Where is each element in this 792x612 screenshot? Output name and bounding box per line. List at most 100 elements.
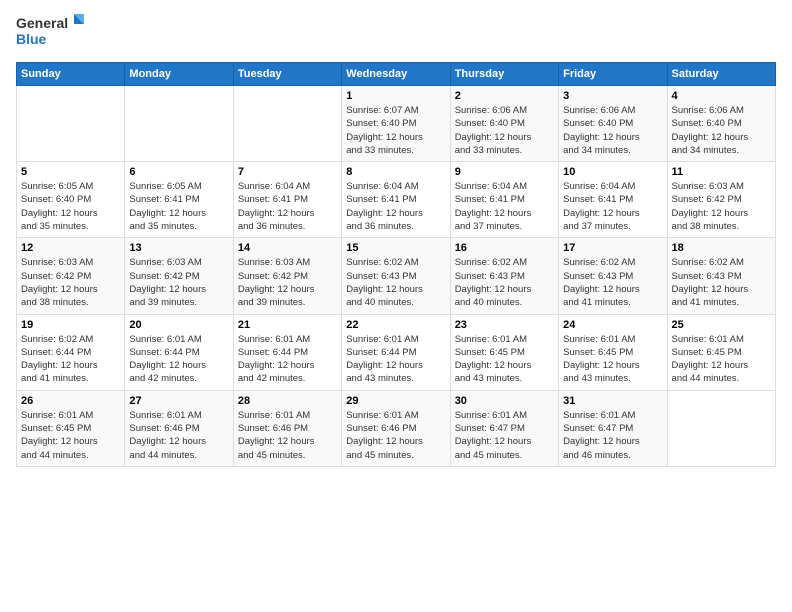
day-number: 3 — [563, 90, 662, 102]
day-info: Sunrise: 6:01 AMSunset: 6:45 PMDaylight:… — [672, 333, 771, 386]
day-number: 16 — [455, 242, 554, 254]
calendar-cell: 22Sunrise: 6:01 AMSunset: 6:44 PMDayligh… — [342, 314, 450, 390]
calendar-cell: 8 Sunrise: 6:04 AMSunset: 6:41 PMDaylight… — [342, 162, 450, 238]
day-number: 20 — [129, 319, 228, 331]
day-info: Sunrise: 6:04 AMSunset: 6:41 PMDaylight:… — [238, 180, 337, 233]
calendar-cell: 4Sunrise: 6:06 AMSunset: 6:40 PMDaylight… — [667, 86, 775, 162]
calendar-cell: 7 Sunrise: 6:04 AMSunset: 6:41 PMDaylight… — [233, 162, 341, 238]
day-info: Sunrise: 6:03 AMSunset: 6:42 PMDaylight:… — [672, 180, 771, 233]
day-number: 31 — [563, 395, 662, 407]
calendar-cell: 19 Sunrise: 6:02 AMSunset: 6:44 PMDayligh… — [17, 314, 125, 390]
week-row-2: 12 Sunrise: 6:03 AMSunset: 6:42 PMDayligh… — [17, 238, 776, 314]
calendar-cell: 1 Sunrise: 6:07 AMSunset: 6:40 PMDaylight… — [342, 86, 450, 162]
calendar-cell: 24 Sunrise: 6:01 AMSunset: 6:45 PMDayligh… — [559, 314, 667, 390]
day-info: Sunrise: 6:04 AMSunset: 6:41 PMDaylight:… — [455, 180, 554, 233]
calendar-cell: 15 Sunrise: 6:02 AMSunset: 6:43 PMDayligh… — [342, 238, 450, 314]
calendar-cell: 16 Sunrise: 6:02 AMSunset: 6:43 PMDayligh… — [450, 238, 558, 314]
calendar-cell: 3 Sunrise: 6:06 AMSunset: 6:40 PMDaylight… — [559, 86, 667, 162]
calendar-cell: 5 Sunrise: 6:05 AMSunset: 6:40 PMDaylight… — [17, 162, 125, 238]
day-number: 30 — [455, 395, 554, 407]
calendar-cell: 10Sunrise: 6:04 AMSunset: 6:41 PMDayligh… — [559, 162, 667, 238]
day-info: Sunrise: 6:01 AMSunset: 6:46 PMDaylight:… — [346, 409, 445, 462]
calendar-cell: 2Sunrise: 6:06 AMSunset: 6:40 PMDaylight… — [450, 86, 558, 162]
calendar-cell: 27 Sunrise: 6:01 AMSunset: 6:46 PMDayligh… — [125, 390, 233, 466]
calendar-cell: 11 Sunrise: 6:03 AMSunset: 6:42 PMDayligh… — [667, 162, 775, 238]
day-info: Sunrise: 6:02 AMSunset: 6:44 PMDaylight:… — [21, 333, 120, 386]
day-info: Sunrise: 6:01 AMSunset: 6:47 PMDaylight:… — [455, 409, 554, 462]
day-number: 8 — [346, 166, 445, 178]
day-number: 13 — [129, 242, 228, 254]
calendar-cell: 14Sunrise: 6:03 AMSunset: 6:42 PMDayligh… — [233, 238, 341, 314]
svg-text:Blue: Blue — [16, 31, 47, 47]
day-number: 10 — [563, 166, 662, 178]
weekday-sunday: Sunday — [17, 63, 125, 86]
day-number: 18 — [672, 242, 771, 254]
day-number: 14 — [238, 242, 337, 254]
day-info: Sunrise: 6:05 AMSunset: 6:40 PMDaylight:… — [21, 180, 120, 233]
day-info: Sunrise: 6:07 AMSunset: 6:40 PMDaylight:… — [346, 104, 445, 157]
calendar-cell: 18 Sunrise: 6:02 AMSunset: 6:43 PMDayligh… — [667, 238, 775, 314]
day-info: Sunrise: 6:02 AMSunset: 6:43 PMDaylight:… — [672, 256, 771, 309]
day-info: Sunrise: 6:03 AMSunset: 6:42 PMDaylight:… — [129, 256, 228, 309]
header: General Blue — [16, 10, 776, 54]
day-info: Sunrise: 6:01 AMSunset: 6:44 PMDaylight:… — [238, 333, 337, 386]
weekday-header-row: SundayMondayTuesdayWednesdayThursdayFrid… — [17, 63, 776, 86]
day-info: Sunrise: 6:02 AMSunset: 6:43 PMDaylight:… — [346, 256, 445, 309]
day-info: Sunrise: 6:06 AMSunset: 6:40 PMDaylight:… — [672, 104, 771, 157]
weekday-thursday: Thursday — [450, 63, 558, 86]
day-info: Sunrise: 6:01 AMSunset: 6:46 PMDaylight:… — [129, 409, 228, 462]
calendar-cell: 26 Sunrise: 6:01 AMSunset: 6:45 PMDayligh… — [17, 390, 125, 466]
day-info: Sunrise: 6:06 AMSunset: 6:40 PMDaylight:… — [563, 104, 662, 157]
day-number: 12 — [21, 242, 120, 254]
day-number: 5 — [21, 166, 120, 178]
calendar-cell: 6 Sunrise: 6:05 AMSunset: 6:41 PMDaylight… — [125, 162, 233, 238]
calendar-cell: 13 Sunrise: 6:03 AMSunset: 6:42 PMDayligh… — [125, 238, 233, 314]
day-info: Sunrise: 6:01 AMSunset: 6:45 PMDaylight:… — [563, 333, 662, 386]
day-number: 26 — [21, 395, 120, 407]
day-number: 21 — [238, 319, 337, 331]
day-info: Sunrise: 6:01 AMSunset: 6:47 PMDaylight:… — [563, 409, 662, 462]
day-number: 27 — [129, 395, 228, 407]
logo: General Blue — [16, 10, 88, 54]
week-row-1: 5 Sunrise: 6:05 AMSunset: 6:40 PMDaylight… — [17, 162, 776, 238]
calendar-cell — [17, 86, 125, 162]
calendar-cell — [233, 86, 341, 162]
day-info: Sunrise: 6:05 AMSunset: 6:41 PMDaylight:… — [129, 180, 228, 233]
svg-text:General: General — [16, 15, 68, 31]
calendar-cell: 17Sunrise: 6:02 AMSunset: 6:43 PMDayligh… — [559, 238, 667, 314]
calendar-cell: 9 Sunrise: 6:04 AMSunset: 6:41 PMDaylight… — [450, 162, 558, 238]
day-number: 29 — [346, 395, 445, 407]
calendar-cell: 30 Sunrise: 6:01 AMSunset: 6:47 PMDayligh… — [450, 390, 558, 466]
day-info: Sunrise: 6:01 AMSunset: 6:45 PMDaylight:… — [21, 409, 120, 462]
week-row-0: 1 Sunrise: 6:07 AMSunset: 6:40 PMDaylight… — [17, 86, 776, 162]
day-number: 24 — [563, 319, 662, 331]
day-number: 25 — [672, 319, 771, 331]
weekday-friday: Friday — [559, 63, 667, 86]
day-number: 9 — [455, 166, 554, 178]
weekday-monday: Monday — [125, 63, 233, 86]
day-info: Sunrise: 6:01 AMSunset: 6:45 PMDaylight:… — [455, 333, 554, 386]
day-number: 19 — [21, 319, 120, 331]
day-number: 22 — [346, 319, 445, 331]
week-row-3: 19 Sunrise: 6:02 AMSunset: 6:44 PMDayligh… — [17, 314, 776, 390]
day-info: Sunrise: 6:06 AMSunset: 6:40 PMDaylight:… — [455, 104, 554, 157]
day-number: 6 — [129, 166, 228, 178]
day-number: 11 — [672, 166, 771, 178]
day-number: 7 — [238, 166, 337, 178]
calendar-cell: 12Sunrise: 6:03 AMSunset: 6:42 PMDayligh… — [17, 238, 125, 314]
day-info: Sunrise: 6:02 AMSunset: 6:43 PMDaylight:… — [563, 256, 662, 309]
calendar-cell: 31 Sunrise: 6:01 AMSunset: 6:47 PMDayligh… — [559, 390, 667, 466]
calendar-cell — [667, 390, 775, 466]
calendar-cell: 25 Sunrise: 6:01 AMSunset: 6:45 PMDayligh… — [667, 314, 775, 390]
logo-svg: General Blue — [16, 10, 88, 54]
day-info: Sunrise: 6:04 AMSunset: 6:41 PMDaylight:… — [346, 180, 445, 233]
day-info: Sunrise: 6:02 AMSunset: 6:43 PMDaylight:… — [455, 256, 554, 309]
day-number: 23 — [455, 319, 554, 331]
calendar-table: SundayMondayTuesdayWednesdayThursdayFrid… — [16, 62, 776, 467]
weekday-wednesday: Wednesday — [342, 63, 450, 86]
day-info: Sunrise: 6:01 AMSunset: 6:46 PMDaylight:… — [238, 409, 337, 462]
calendar-cell: 29 Sunrise: 6:01 AMSunset: 6:46 PMDayligh… — [342, 390, 450, 466]
day-number: 1 — [346, 90, 445, 102]
day-number: 15 — [346, 242, 445, 254]
day-number: 28 — [238, 395, 337, 407]
